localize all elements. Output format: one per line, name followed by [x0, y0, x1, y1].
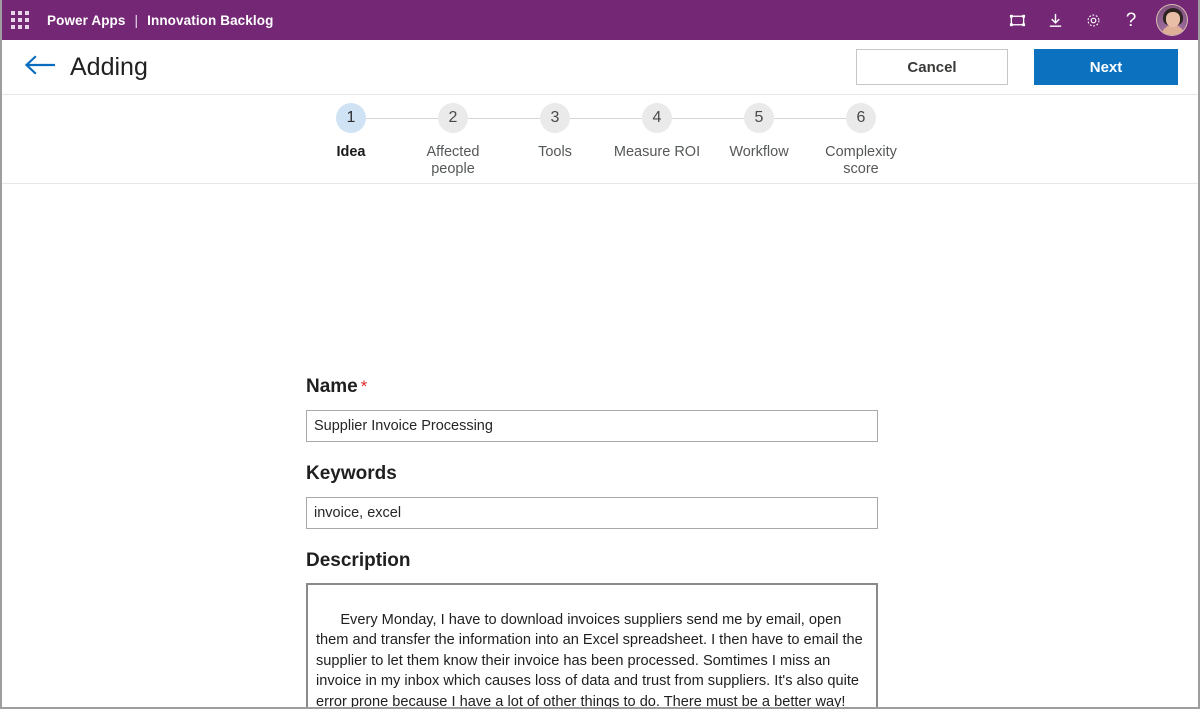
stepper-number: 6 [846, 103, 876, 133]
avatar[interactable] [1156, 4, 1188, 36]
stepper-number: 4 [642, 103, 672, 133]
app-window: Power Apps | Innovation Backlog [0, 0, 1200, 709]
app-launcher-button[interactable] [0, 0, 40, 40]
stepper-label: Complexity score [813, 144, 909, 178]
keywords-input-value: invoice, excel [314, 505, 401, 521]
settings-button[interactable] [1074, 0, 1112, 40]
back-arrow-icon [23, 54, 57, 81]
brand-area: Power Apps | Innovation Backlog [47, 13, 273, 28]
name-label-text: Name [306, 376, 358, 397]
next-button[interactable]: Next [1034, 49, 1178, 85]
avatar-face [1166, 12, 1180, 27]
cancel-button[interactable]: Cancel [856, 49, 1008, 85]
form-area: Name* Supplier Invoice Processing Keywor… [0, 184, 1200, 709]
keywords-input[interactable]: invoice, excel [306, 497, 878, 529]
stepper-step-measure-roi[interactable]: 4 Measure ROI [606, 103, 708, 161]
fit-to-screen-icon [1009, 12, 1026, 29]
name-input-value: Supplier Invoice Processing [314, 418, 493, 434]
stepper-label: Measure ROI [614, 144, 700, 161]
stepper-step-tools[interactable]: 3 Tools [504, 103, 606, 161]
description-textarea[interactable]: Every Monday, I have to download invoice… [306, 583, 878, 709]
stepper-number: 5 [744, 103, 774, 133]
stepper-step-affected-people[interactable]: 2 Affected people [402, 103, 504, 178]
name-label: Name* [306, 376, 367, 398]
app-name[interactable]: Innovation Backlog [147, 13, 273, 28]
help-button[interactable]: ? [1112, 0, 1150, 40]
stepper-number: 2 [438, 103, 468, 133]
stepper-track: 1 Idea 2 Affected people 3 Tools 4 Measu… [300, 103, 912, 178]
stepper-step-workflow[interactable]: 5 Workflow [708, 103, 810, 161]
wizard-stepper: 1 Idea 2 Affected people 3 Tools 4 Measu… [0, 94, 1200, 184]
stepper-label: Affected people [405, 144, 501, 178]
stepper-label: Tools [538, 144, 572, 161]
brand-name[interactable]: Power Apps [47, 13, 126, 28]
description-value: Every Monday, I have to download invoice… [316, 612, 867, 709]
settings-gear-icon [1085, 12, 1102, 29]
name-input[interactable]: Supplier Invoice Processing [306, 410, 878, 442]
required-asterisk: * [361, 377, 368, 396]
stepper-number: 1 [336, 103, 366, 133]
top-navigation-bar: Power Apps | Innovation Backlog [0, 0, 1200, 40]
command-bar: Adding Cancel Next [0, 40, 1200, 94]
page-title: Adding [70, 53, 148, 82]
download-button[interactable] [1036, 0, 1074, 40]
download-icon [1047, 12, 1064, 29]
keywords-label: Keywords [306, 463, 397, 485]
brand-separator: | [135, 13, 139, 28]
back-button[interactable] [20, 47, 60, 87]
stepper-step-complexity-score[interactable]: 6 Complexity score [810, 103, 912, 178]
fit-to-screen-button[interactable] [998, 0, 1036, 40]
stepper-label: Idea [336, 144, 365, 161]
help-icon: ? [1126, 11, 1137, 30]
stepper-label: Workflow [729, 144, 788, 161]
stepper-number: 3 [540, 103, 570, 133]
app-launcher-waffle-icon [11, 11, 29, 29]
topbar-icon-group: ? [998, 0, 1192, 40]
stepper-step-idea[interactable]: 1 Idea [300, 103, 402, 161]
description-label: Description [306, 550, 411, 572]
